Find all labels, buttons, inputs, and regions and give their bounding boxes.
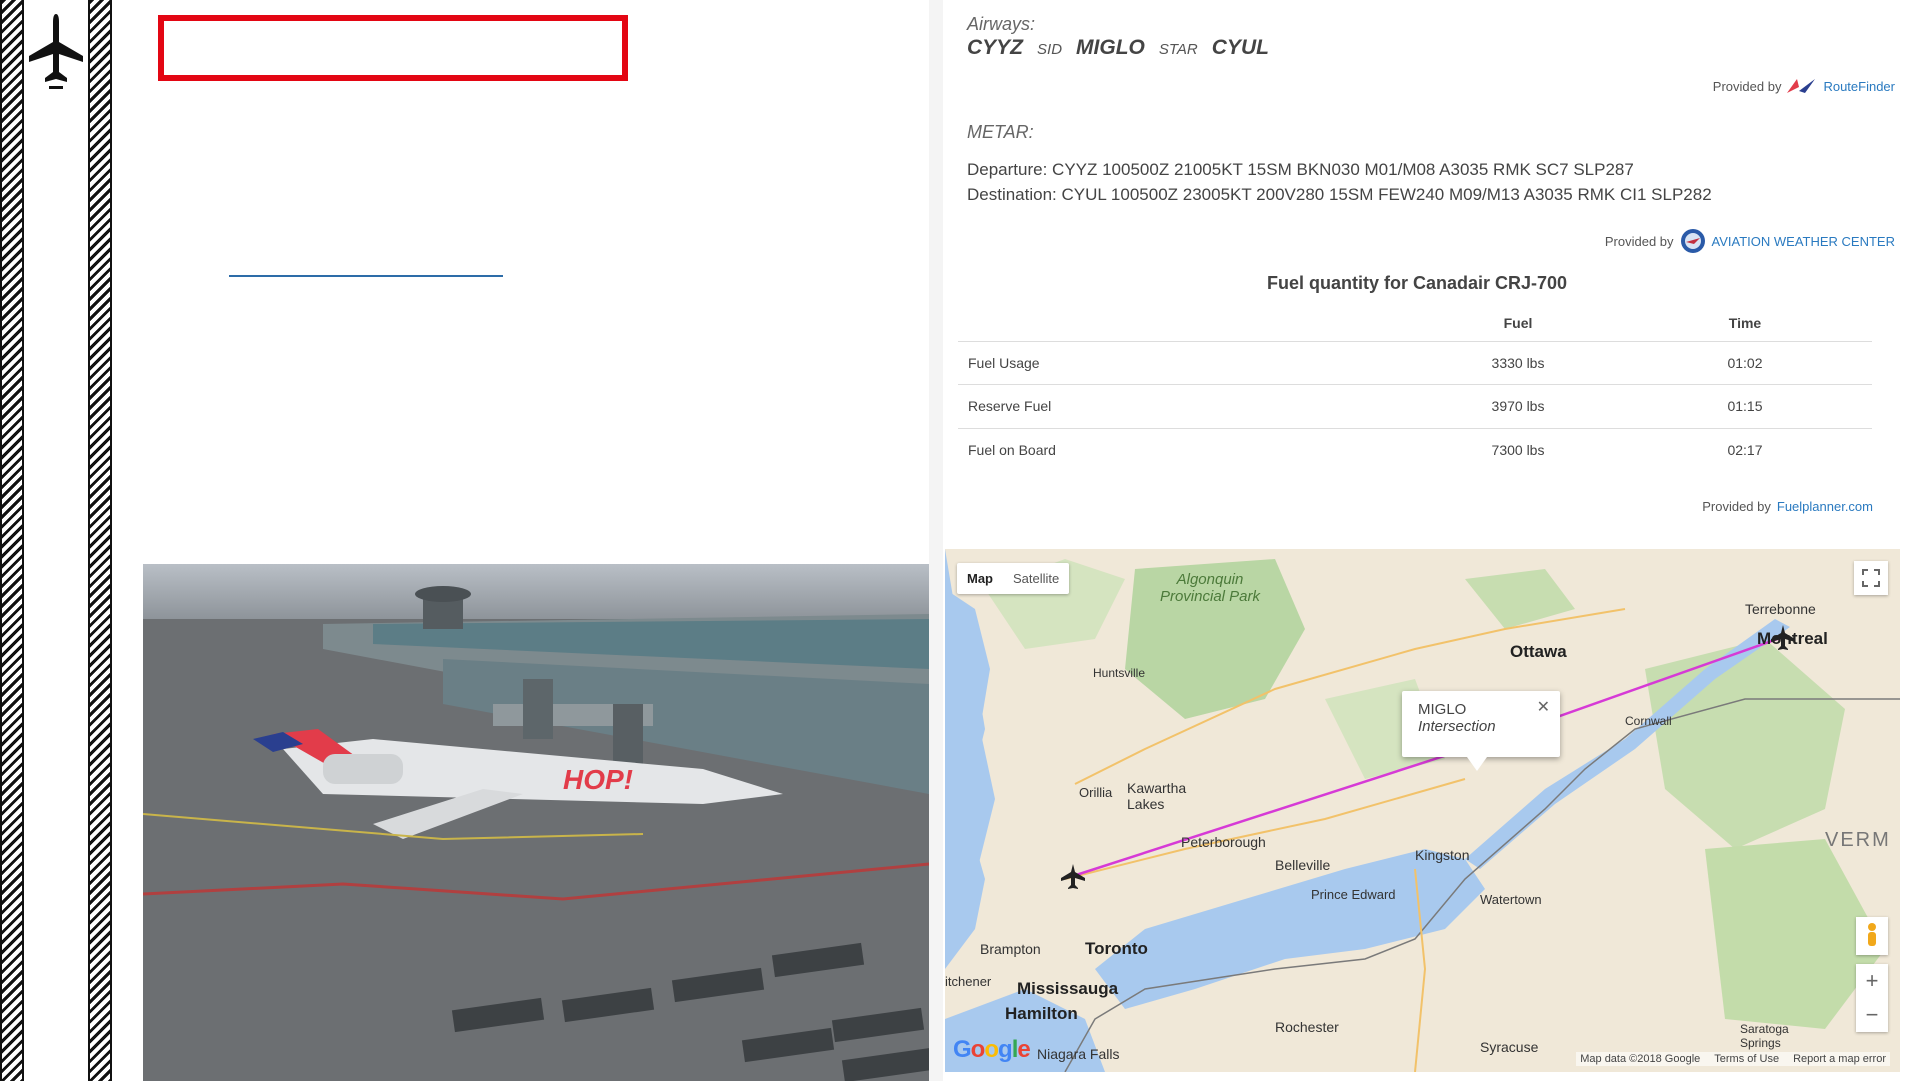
map-label-park: Algonquin Provincial Park	[1159, 571, 1261, 605]
fuel-table-header: Fuel Time	[958, 305, 1872, 342]
map-label-toronto: Toronto	[1085, 939, 1148, 958]
route-star: STAR	[1158, 41, 1198, 58]
routefinder-provided-label: Provided by	[1712, 78, 1782, 94]
awc-logo-icon	[1680, 229, 1705, 253]
right-hatch-stripe	[88, 0, 112, 1081]
popup-pointer	[1467, 757, 1487, 771]
zoom-control: + −	[1856, 964, 1888, 1032]
left-hatch-stripe	[0, 0, 24, 1081]
map-type-control: Map Satellite	[957, 563, 1070, 594]
routefinder-link[interactable]: RouteFinder	[1823, 79, 1895, 94]
map-tab-satellite[interactable]: Satellite	[1003, 563, 1069, 594]
terms-link[interactable]: Terms of Use	[1714, 1053, 1779, 1065]
fuel-header-time: Time	[1618, 305, 1872, 342]
svg-text:HOP!: HOP!	[563, 764, 633, 795]
map-footer: Map data ©2018 Google Terms of Use Repor…	[1576, 1052, 1890, 1066]
zoom-out-button[interactable]: −	[1856, 998, 1888, 1032]
route-string: CYYZ SID MIGLO STAR CYUL	[967, 36, 1269, 60]
route-map[interactable]: Map Satellite Algonquin Provincial Park …	[945, 549, 1900, 1072]
map-data-credit: Map data ©2018 Google	[1580, 1053, 1701, 1065]
awc-attribution: Provided by AVIATION WEATHER CENTER	[1605, 228, 1895, 254]
map-label-saratoga: Saratoga Springs	[1740, 1022, 1789, 1050]
google-logo: Google	[953, 1036, 1031, 1063]
route-waypoint: MIGLO	[1076, 36, 1145, 59]
fuel-row-fuel: 3330 lbs	[1418, 341, 1618, 385]
fuel-row-label: Reserve Fuel	[958, 384, 1418, 429]
map-label-prince-edward: Prince Edward	[1311, 887, 1396, 902]
aircraft-photo: HOP!	[143, 564, 929, 1081]
routefinder-logo-icon	[1787, 79, 1816, 93]
zoom-in-button[interactable]: +	[1856, 964, 1888, 998]
route-sid: SID	[1037, 41, 1063, 58]
fuelplanner-attribution: Provided by Fuelplanner.com	[1702, 499, 1873, 514]
map-label-niagara: Niagara Falls	[1037, 1046, 1120, 1062]
map-label-brampton: Brampton	[980, 941, 1041, 957]
map-label-orillia: Orillia	[1079, 785, 1113, 800]
slide: HOP! Airways: CYYZ SID MIGLO STAR CYUL P…	[0, 0, 1921, 1081]
fuel-header-label	[958, 305, 1418, 342]
map-label-vermont: VERM	[1825, 829, 1891, 851]
route-destination: CYUL	[1211, 36, 1269, 59]
fuel-table: Fuel Time Fuel Usage 3330 lbs 01:02 Rese…	[958, 305, 1872, 472]
map-label-cornwall: Cornwall	[1625, 714, 1672, 728]
map-label-kingston: Kingston	[1415, 847, 1470, 863]
airplane-icon	[29, 14, 83, 89]
table-row: Fuel Usage 3330 lbs 01:02	[958, 341, 1872, 385]
fuel-row-time: 01:15	[1618, 384, 1872, 429]
flight-info-panel: Airways: CYYZ SID MIGLO STAR CYUL Provid…	[943, 0, 1903, 545]
fuel-table-title: Fuel quantity for Canadair CRJ-700	[1266, 273, 1568, 293]
table-row: Fuel on Board 7300 lbs 02:17	[958, 428, 1872, 472]
map-tab-map[interactable]: Map	[957, 563, 1003, 594]
page-title	[164, 21, 622, 45]
column-divider	[929, 0, 943, 1081]
map-label-belleville: Belleville	[1275, 857, 1331, 873]
route-origin: CYYZ	[967, 36, 1024, 59]
awc-link[interactable]: AVIATION WEATHER CENTER	[1712, 234, 1895, 249]
map-label-syracuse: Syracuse	[1480, 1039, 1539, 1055]
map-label-montreal: Montreal	[1757, 629, 1828, 648]
table-row: Reserve Fuel 3970 lbs 01:15	[958, 384, 1872, 429]
fuelplanner-link[interactable]: Fuelplanner.com	[1777, 499, 1873, 514]
fuel-row-time: 02:17	[1727, 442, 1763, 458]
map-label-ottawa: Ottawa	[1510, 642, 1567, 661]
map-label-mississauga: Mississauga	[1017, 979, 1119, 998]
map-label-watertown: Watertown	[1480, 892, 1542, 907]
fuel-row-fuel: 7300 lbs	[1491, 442, 1545, 458]
map-label-rochester: Rochester	[1275, 1019, 1339, 1035]
fuel-row-label: Fuel on Board	[968, 442, 1056, 458]
fuel-row-time: 01:02	[1618, 341, 1872, 385]
fuel-row-fuel: 3970 lbs	[1418, 384, 1618, 429]
map-label-kitchener: itchener	[945, 974, 992, 989]
title-box[interactable]	[158, 15, 628, 81]
awc-provided-label: Provided by	[1604, 233, 1674, 249]
map-label-peterborough: Peterborough	[1181, 834, 1266, 850]
fullscreen-button[interactable]	[1854, 561, 1888, 595]
map-label-huntsville: Huntsville	[1093, 666, 1146, 680]
street-view-button[interactable]	[1856, 917, 1888, 955]
metar-label: METAR:	[967, 122, 1034, 142]
metar-departure: Departure: CYYZ 100500Z 21005KT 15SM BKN…	[967, 160, 1634, 179]
map-label-terrebonne: Terrebonne	[1745, 601, 1816, 617]
map-label-kawartha: Kawartha Lakes	[1127, 780, 1187, 812]
fuelplanner-provided-label: Provided by	[1702, 499, 1771, 514]
report-error-link[interactable]: Report a map error	[1793, 1053, 1886, 1065]
pegman-icon	[1868, 923, 1876, 946]
waypoint-popup: MIGLO Intersection ✕	[1402, 691, 1560, 757]
routefinder-attribution: Provided by RouteFinder	[1713, 77, 1895, 95]
fuel-header-fuel: Fuel	[1418, 305, 1618, 342]
fuel-row-label: Fuel Usage	[958, 341, 1418, 385]
title-underline	[229, 275, 503, 277]
close-icon[interactable]: ✕	[1537, 697, 1550, 717]
fullscreen-icon	[1862, 569, 1880, 587]
popup-title: MIGLO	[1418, 701, 1467, 718]
popup-subtitle: Intersection	[1418, 718, 1496, 735]
airways-label: Airways:	[967, 14, 1036, 34]
metar-destination: Destination: CYUL 100500Z 23005KT 200V28…	[967, 185, 1712, 204]
map-label-hamilton: Hamilton	[1005, 1004, 1078, 1023]
